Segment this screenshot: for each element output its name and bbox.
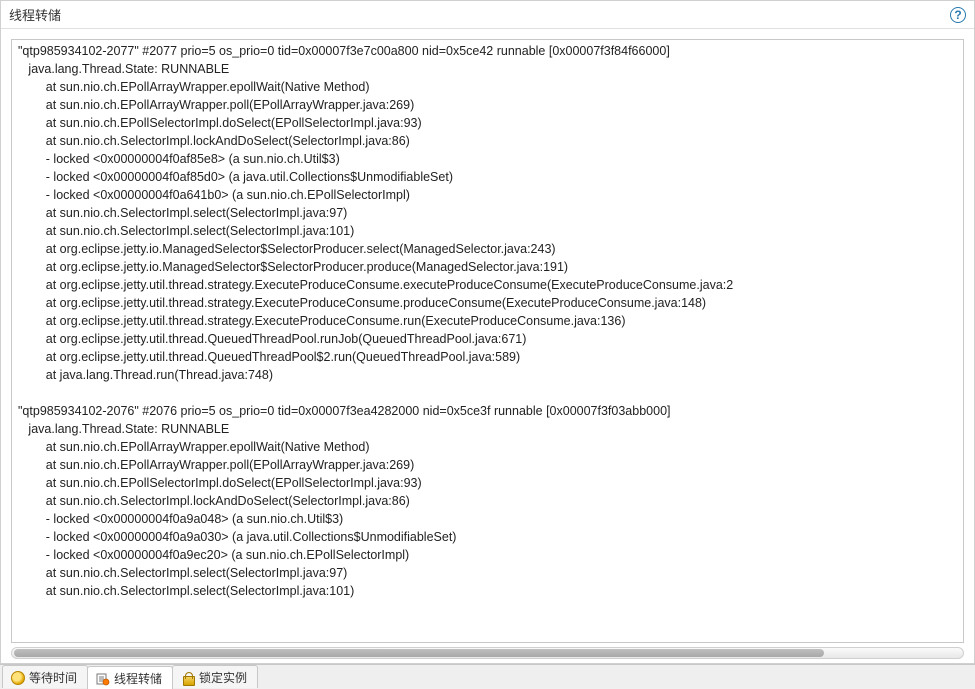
thread-dump-icon (96, 672, 110, 686)
scrollbar-thumb[interactable] (14, 649, 824, 657)
panel-title: 线程转储 (9, 5, 61, 24)
tab-wait-time[interactable]: 等待时间 (2, 665, 88, 688)
tab-label: 线程转储 (114, 670, 162, 687)
horizontal-scrollbar[interactable] (11, 647, 964, 659)
lock-icon (181, 671, 195, 685)
tab-thread-dump[interactable]: 线程转储 (87, 666, 173, 689)
thread-dump-panel: 线程转储 ? "qtp985934102-2077" #2077 prio=5 … (0, 0, 975, 664)
thread-dump-text[interactable]: "qtp985934102-2077" #2077 prio=5 os_prio… (11, 39, 964, 643)
content-wrap: "qtp985934102-2077" #2077 prio=5 os_prio… (1, 29, 974, 663)
bottom-tab-bar: 等待时间 线程转储 锁定实例 (0, 664, 975, 688)
tab-label: 等待时间 (29, 669, 77, 686)
clock-icon (11, 671, 25, 685)
tab-label: 锁定实例 (199, 669, 247, 686)
panel-header: 线程转储 ? (1, 1, 974, 29)
tab-locked-instances[interactable]: 锁定实例 (172, 665, 258, 688)
help-icon[interactable]: ? (950, 7, 966, 23)
